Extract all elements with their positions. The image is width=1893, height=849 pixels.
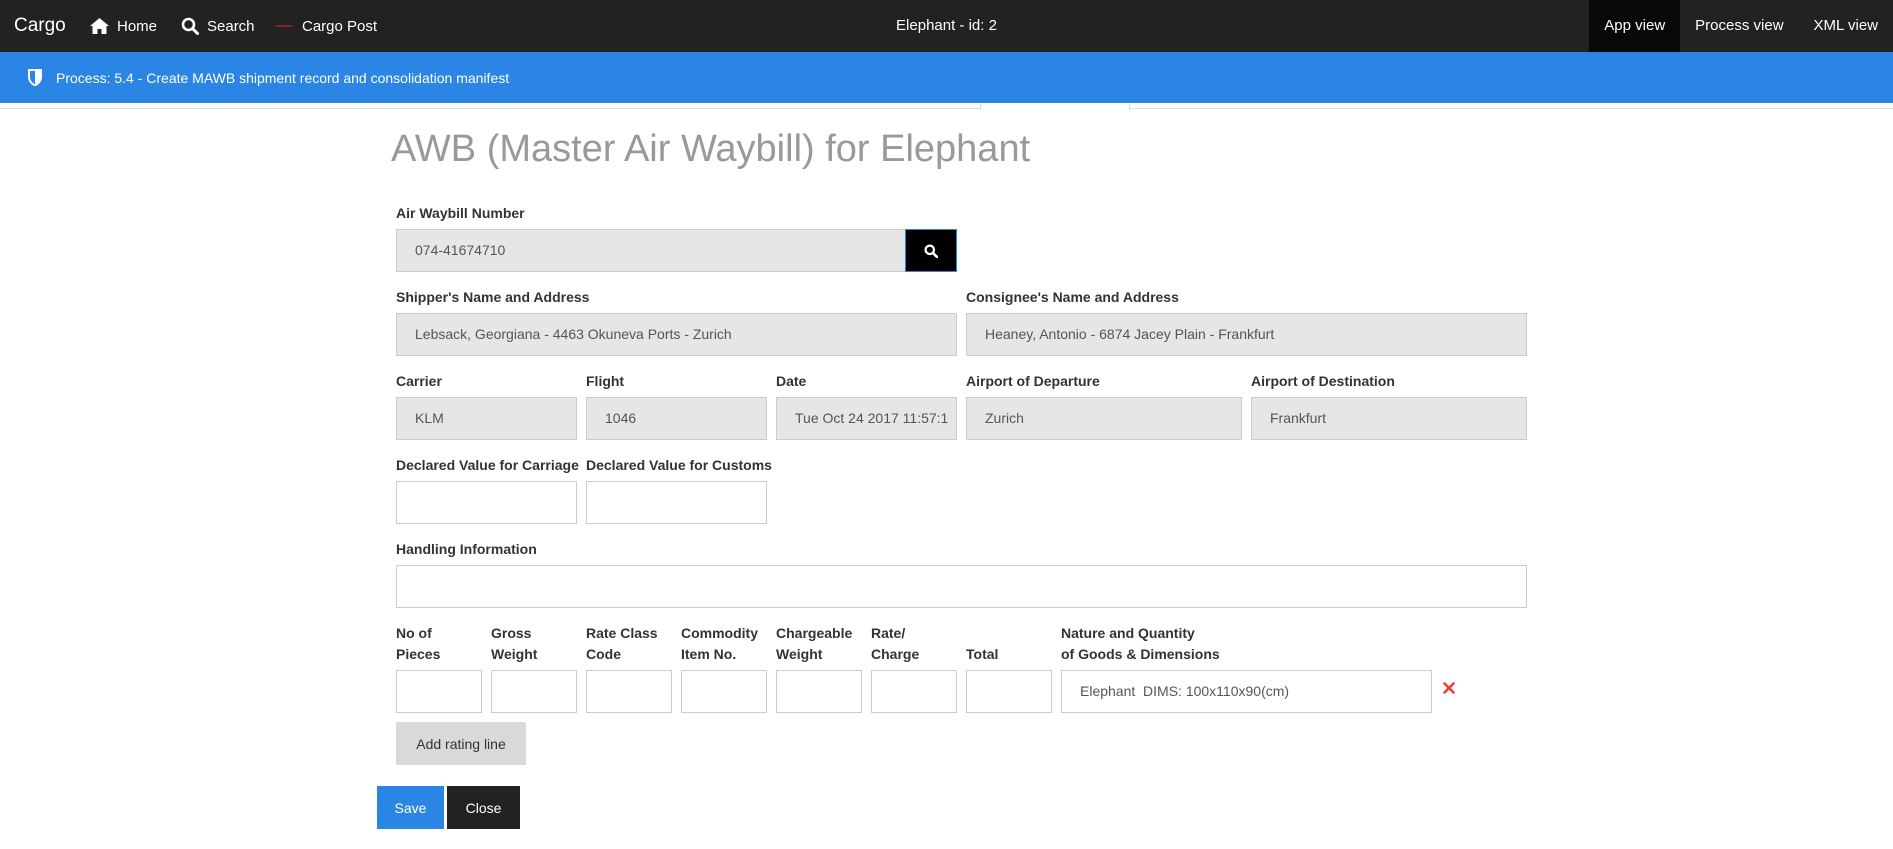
page-title: AWB (Master Air Waybill) for Elephant — [391, 128, 1031, 170]
home-icon — [90, 18, 109, 34]
add-rating-line-button[interactable]: Add rating line — [396, 722, 526, 765]
awb-number-label: Air Waybill Number — [396, 205, 525, 221]
awb-search-button[interactable] — [905, 229, 957, 272]
consignee-field[interactable]: Heaney, Antonio - 6874 Jacey Plain - Fra… — [966, 313, 1527, 356]
shipper-field[interactable]: Lebsack, Georgiana - 4463 Okuneva Ports … — [396, 313, 957, 356]
top-navbar: Cargo Home Search Cargo Post Elephant - … — [0, 0, 1893, 52]
process-bar: Process: 5.4 - Create MAWB shipment reco… — [0, 52, 1893, 103]
destination-field[interactable]: Frankfurt — [1251, 397, 1527, 440]
consignee-label: Consignee's Name and Address — [966, 289, 1179, 305]
awb-number-field[interactable]: 074-41674710 — [396, 229, 906, 272]
shield-icon — [28, 69, 42, 86]
search-icon — [181, 17, 199, 35]
nav-home-label: Home — [117, 17, 158, 35]
nav-search-label: Search — [207, 17, 255, 35]
tab-app-view[interactable]: App view — [1589, 0, 1681, 52]
cargo-post-icon — [276, 25, 292, 28]
close-button[interactable]: Close — [447, 786, 520, 829]
flight-field[interactable]: 1046 — [586, 397, 767, 440]
header-rate-class: Rate Class Code — [586, 625, 658, 662]
search-icon — [924, 244, 938, 258]
header-gross-weight: Gross Weight — [491, 625, 538, 662]
flight-label: Flight — [586, 373, 625, 389]
header-total: Total — [966, 646, 999, 662]
nav-cargo-post-link[interactable]: Cargo Post — [276, 0, 377, 52]
gross-weight-input[interactable] — [491, 670, 577, 713]
close-icon — [1443, 682, 1455, 694]
process-text: Process: 5.4 - Create MAWB shipment reco… — [56, 69, 510, 86]
date-field[interactable]: Tue Oct 24 2017 11:57:1 — [776, 397, 957, 440]
nav-cargo-post-label: Cargo Post — [302, 17, 378, 35]
save-button[interactable]: Save — [377, 786, 444, 829]
departure-field[interactable]: Zurich — [966, 397, 1242, 440]
rate-class-input[interactable] — [586, 670, 672, 713]
departure-label: Airport of Departure — [966, 373, 1100, 389]
header-pieces: No of Pieces — [396, 625, 441, 662]
brand-logo[interactable]: Cargo — [14, 0, 66, 52]
carrier-field[interactable]: KLM — [396, 397, 577, 440]
commodity-input[interactable] — [681, 670, 767, 713]
tab-xml-view[interactable]: XML view — [1799, 0, 1893, 52]
carrier-label: Carrier — [396, 373, 442, 389]
handling-label: Handling Information — [396, 541, 537, 557]
destination-label: Airport of Destination — [1251, 373, 1395, 389]
total-input[interactable] — [966, 670, 1052, 713]
handling-input[interactable] — [396, 565, 1527, 608]
shipper-label: Shipper's Name and Address — [396, 289, 590, 305]
nav-home-link[interactable]: Home — [90, 0, 157, 52]
nav-search-link[interactable]: Search — [181, 0, 255, 52]
remove-rating-line-button[interactable] — [1439, 678, 1459, 698]
value-customs-input[interactable] — [586, 481, 767, 524]
header-rate-charge: Rate/Charge — [871, 625, 920, 662]
header-chargeable-weight: Chargeable Weight — [776, 625, 853, 662]
value-customs-label: Declared Value for Customs — [586, 457, 772, 473]
pieces-input[interactable] — [396, 670, 482, 713]
tab-divider — [0, 108, 1893, 109]
value-carriage-label: Declared Value for Carriage — [396, 457, 579, 473]
tab-process-view[interactable]: Process view — [1680, 0, 1798, 52]
date-label: Date — [776, 373, 807, 389]
view-switcher: App view Process view XML view — [1589, 0, 1893, 52]
header-commodity: Commodity Item No. — [681, 625, 758, 662]
nature-goods-input[interactable]: Elephant DIMS: 100x110x90(cm) — [1061, 670, 1432, 713]
active-tab-edge — [980, 104, 1130, 110]
chargeable-weight-input[interactable] — [776, 670, 862, 713]
rate-charge-input[interactable] — [871, 670, 957, 713]
header-nature-goods: Nature and Quantity of Goods & Dimensions — [1061, 625, 1220, 662]
value-carriage-input[interactable] — [396, 481, 577, 524]
